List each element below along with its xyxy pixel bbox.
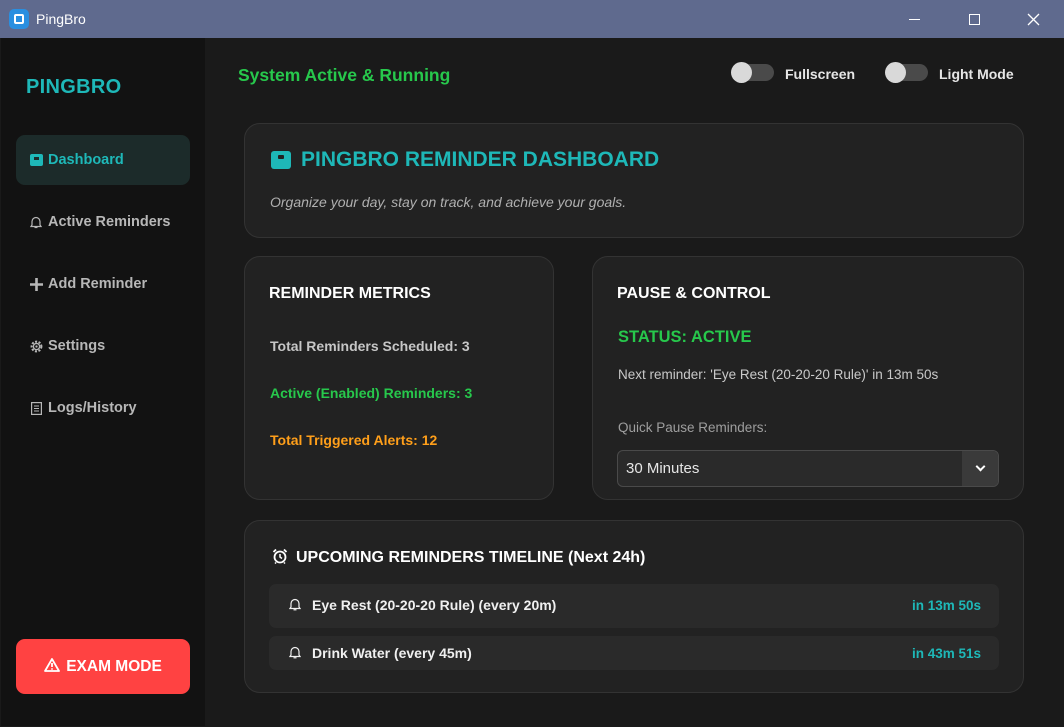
sidebar-item-label: Active Reminders: [48, 214, 171, 230]
toggle-knob: [731, 62, 752, 83]
timeline-title-text: UPCOMING REMINDERS TIMELINE (Next 24h): [296, 549, 646, 566]
timeline-item-time: in 43m 51s: [911, 646, 981, 661]
timeline-item-time: in 13m 50s: [911, 598, 981, 613]
quick-pause-value: 30 Minutes: [626, 460, 700, 477]
quick-pause-select[interactable]: 30 Minutes: [617, 450, 999, 487]
sidebar-item-dashboard[interactable]: Dashboard: [16, 135, 190, 185]
timeline-item: Drink Water (every 45m): [289, 645, 472, 661]
reminder-metrics-card: REMINDER METRICS Total Reminders Schedul…: [244, 256, 554, 500]
fullscreen-label: Fullscreen: [785, 66, 856, 82]
timeline-item-label: Eye Rest (20-20-20 Rule) (every 20m): [312, 597, 557, 613]
timeline-item: Eye Rest (20-20-20 Rule) (every 20m): [289, 597, 556, 613]
gear-icon: [28, 338, 44, 354]
total-scheduled-metric: Total Reminders Scheduled: 3: [270, 338, 470, 354]
dashboard-subtitle: Organize your day, stay on track, and ac…: [270, 194, 627, 210]
dashboard-title-text: PINGBRO REMINDER DASHBOARD: [301, 148, 660, 171]
sidebar-item-settings[interactable]: Settings: [16, 321, 190, 371]
dashboard-icon: [28, 152, 44, 168]
sidebar-item-label: Settings: [48, 338, 106, 354]
sidebar-item-logs-history[interactable]: Logs/History: [16, 383, 190, 433]
dashboard-icon: [271, 151, 291, 169]
timeline-row[interactable]: Eye Rest (20-20-20 Rule) (every 20m) in …: [269, 584, 999, 628]
sidebar: PINGBRO Dashboard Active Reminders Add R…: [1, 38, 205, 726]
dashboard-header-card: PINGBRO REMINDER DASHBOARD Organize your…: [244, 123, 1024, 238]
exam-mode-label: EXAM MODE: [66, 657, 162, 675]
sidebar-item-active-reminders[interactable]: Active Reminders: [16, 197, 190, 247]
control-status: STATUS: ACTIVE: [618, 328, 752, 346]
sidebar-item-label: Dashboard: [48, 152, 124, 168]
system-status-text: System Active & Running: [238, 65, 451, 85]
maximize-icon: [968, 13, 980, 25]
next-reminder-text: Next reminder: 'Eye Rest (20-20-20 Rule)…: [618, 367, 939, 382]
sidebar-item-add-reminder[interactable]: Add Reminder: [16, 259, 190, 309]
app-logo-icon: [9, 9, 29, 29]
close-button[interactable]: [1010, 0, 1056, 38]
minimize-button[interactable]: [891, 0, 937, 38]
sidebar-item-label: Add Reminder: [48, 276, 148, 292]
warning-icon: [44, 657, 61, 676]
light-mode-toggle[interactable]: [885, 62, 928, 83]
bell-icon: [28, 214, 44, 230]
upcoming-timeline-card: UPCOMING REMINDERS TIMELINE (Next 24h) E…: [244, 520, 1024, 693]
timeline-item-label: Drink Water (every 45m): [312, 645, 472, 661]
plus-icon: [28, 276, 44, 292]
chevron-down-icon[interactable]: [962, 451, 998, 486]
maximize-button[interactable]: [951, 0, 997, 38]
window-title: PingBro: [36, 11, 86, 27]
close-icon: [1027, 13, 1039, 25]
total-triggered-metric: Total Triggered Alerts: 12: [270, 432, 438, 448]
active-enabled-metric: Active (Enabled) Reminders: 3: [270, 385, 473, 401]
fullscreen-toggle[interactable]: [731, 62, 774, 83]
title-bar: PingBro: [0, 0, 1064, 38]
pause-control-card: PAUSE & CONTROL STATUS: ACTIVE Next remi…: [592, 256, 1024, 500]
toggle-knob: [885, 62, 906, 83]
light-mode-label: Light Mode: [939, 66, 1014, 82]
minimize-icon: [908, 18, 920, 20]
quick-pause-label: Quick Pause Reminders:: [618, 420, 768, 435]
bell-icon: [289, 598, 303, 612]
control-title: PAUSE & CONTROL: [617, 285, 771, 302]
log-icon: [28, 400, 44, 416]
metrics-title: REMINDER METRICS: [269, 285, 431, 302]
alarm-clock-icon: [272, 548, 288, 568]
timeline-row[interactable]: Drink Water (every 45m) in 43m 51s: [269, 636, 999, 670]
main-content: System Active & Running Fullscreen Light…: [205, 38, 1063, 726]
timeline-title: UPCOMING REMINDERS TIMELINE (Next 24h): [272, 548, 645, 568]
sidebar-brand: PINGBRO: [26, 76, 122, 98]
dashboard-title: PINGBRO REMINDER DASHBOARD: [271, 148, 659, 172]
exam-mode-button[interactable]: EXAM MODE: [16, 639, 190, 694]
bell-icon: [289, 646, 303, 660]
sidebar-item-label: Logs/History: [48, 400, 137, 416]
